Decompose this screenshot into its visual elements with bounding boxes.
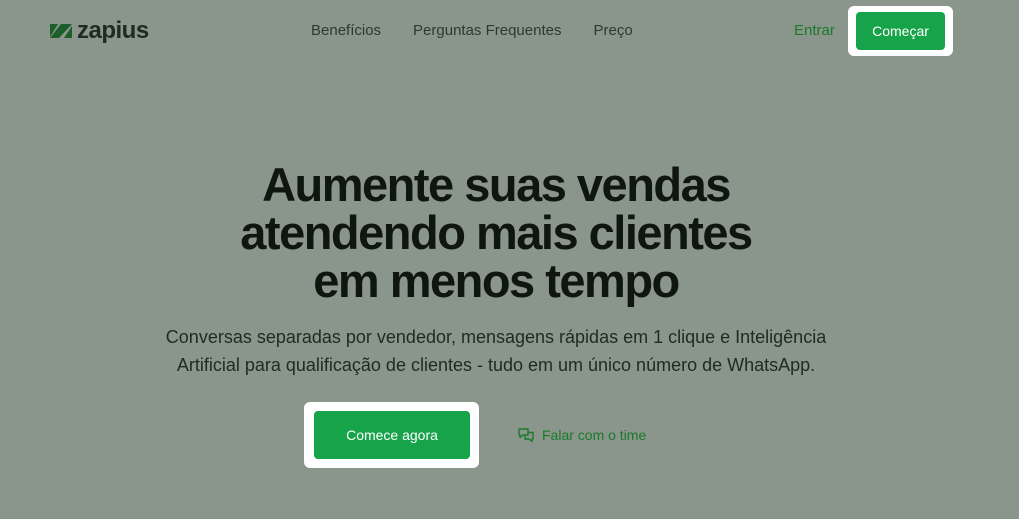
brand-logo[interactable]: zapius [49,19,149,43]
nav-link-preco[interactable]: Preço [593,22,632,40]
top-navigation: zapius Benefícios Perguntas Frequentes P… [0,0,1019,62]
hero-title-line-3: em menos tempo [313,254,680,307]
hero-title: Aumente suas vendas atendendo mais clien… [0,161,992,305]
hero-title-line-2: atendendo mais clientes [240,206,753,259]
brand-name: zapius [77,17,149,44]
hero-subtitle: Conversas separadas por vendedor, mensag… [150,323,842,379]
login-link[interactable]: Entrar [794,22,835,40]
nav-links: Benefícios Perguntas Frequentes Preço [311,22,665,40]
nav-link-perguntas-frequentes[interactable]: Perguntas Frequentes [413,22,561,40]
hero-title-line-1: Aumente suas vendas [262,158,731,211]
hero-subtitle-line-1: Conversas separadas por vendedor, mensag… [165,327,827,347]
nav-link-beneficios[interactable]: Benefícios [311,22,381,40]
talk-to-team-link[interactable]: Falar com o time [517,426,646,444]
chat-bubbles-icon [518,428,534,443]
talk-to-team-label: Falar com o time [542,427,647,443]
start-button[interactable]: Começar [856,12,945,50]
start-button-label: Começar [872,23,929,39]
hero-subtitle-line-2: Artificial para qualificação de clientes… [176,355,816,375]
start-now-button[interactable]: Comece agora [314,411,470,459]
start-now-button-label: Comece agora [346,427,438,443]
zapius-logo-icon [50,24,72,38]
